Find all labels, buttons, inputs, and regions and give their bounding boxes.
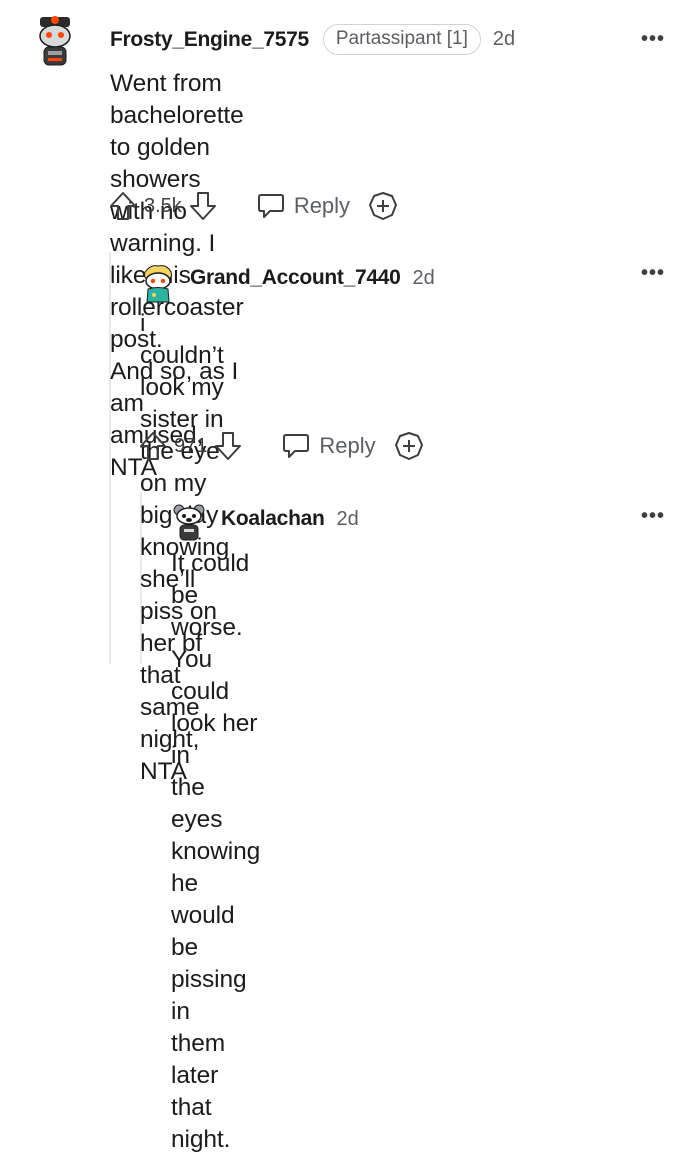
reply-label: Reply	[293, 193, 351, 218]
avatar[interactable]	[172, 502, 212, 552]
vote-count: 971	[174, 434, 208, 457]
downvote-icon[interactable]	[213, 430, 243, 462]
avatar-icon	[173, 504, 205, 541]
avatar[interactable]	[141, 262, 181, 312]
more-icon[interactable]: •••	[641, 28, 665, 51]
username[interactable]: Grand_Account_7440	[190, 266, 401, 290]
comment-body: It could be worse. You could look her in…	[171, 550, 261, 1153]
username[interactable]: Frosty_Engine_7575	[110, 28, 309, 52]
avatar[interactable]	[36, 14, 76, 66]
comment-age[interactable]: 2d	[413, 267, 435, 290]
vote-count: 3.5k	[144, 194, 182, 217]
reply-label: Reply	[319, 433, 376, 458]
reply-button[interactable]: Reply	[256, 192, 350, 220]
upvote-icon[interactable]	[138, 430, 168, 462]
downvote-icon[interactable]	[188, 190, 218, 222]
user-flair: Partassipant [1]	[322, 24, 481, 55]
upvote-icon[interactable]	[108, 190, 138, 222]
more-icon[interactable]: •••	[641, 262, 665, 285]
reply-button[interactable]: Reply	[281, 432, 376, 460]
award-icon[interactable]	[368, 191, 398, 221]
username[interactable]: Koalachan	[221, 507, 325, 531]
avatar-icon	[144, 265, 172, 303]
reply-icon	[283, 434, 310, 458]
comment-age[interactable]: 2d	[493, 28, 515, 51]
more-icon[interactable]: •••	[641, 505, 665, 528]
avatar-icon	[39, 16, 71, 66]
award-icon[interactable]	[394, 431, 424, 461]
reply-icon	[257, 194, 284, 218]
comment-age[interactable]: 2d	[337, 508, 359, 531]
